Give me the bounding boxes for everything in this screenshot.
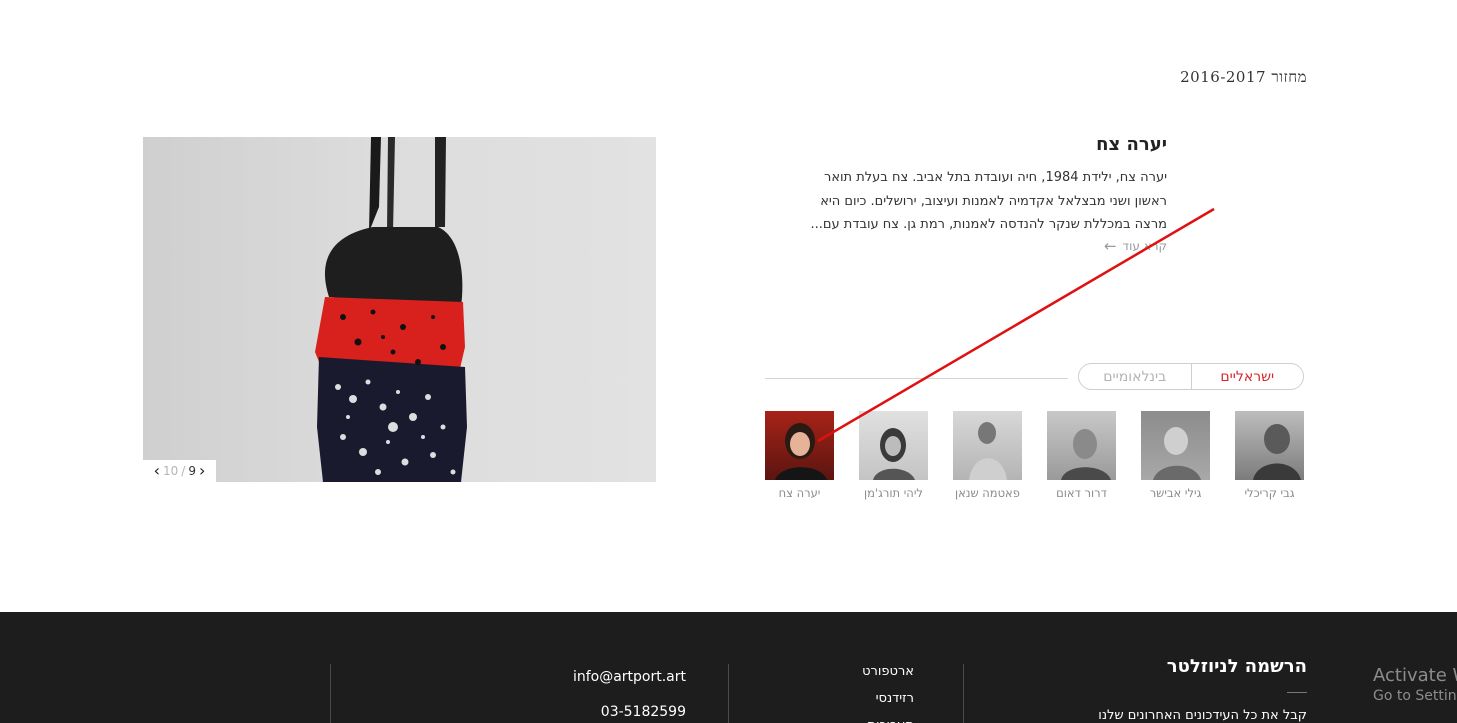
newsletter-rule (1287, 692, 1307, 693)
artwork-image[interactable] (143, 137, 656, 482)
artist-thumbnails: גבי קריכלי גילי אבישר דרור דאום פאטמה שנ… (765, 411, 1304, 503)
artist-thumb[interactable]: פאטמה שנאן (953, 411, 1022, 503)
chevron-right-icon[interactable]: › (199, 463, 205, 479)
artist-thumb[interactable]: גילי אבישר (1141, 411, 1210, 503)
artist-thumb-name: ליהי תורג'מן (864, 486, 923, 500)
artist-photo (1141, 411, 1210, 480)
tab-israeli[interactable]: ישראליים (1190, 364, 1304, 389)
footer-contact: info@artport.art 03-5182599 (540, 660, 686, 723)
footer-link-residency[interactable]: רזידנסי (862, 685, 914, 712)
contact-email[interactable]: info@artport.art (540, 660, 686, 695)
cohort-label: מחזור 2016-2017 (1180, 68, 1307, 86)
artist-thumb-name: גילי אבישר (1149, 486, 1202, 500)
read-more-link[interactable]: קרא עוד ← (1104, 237, 1167, 255)
artwork-bag-illustration (315, 137, 467, 482)
artist-origin-tabs: ישראליים בינלאומיים (1078, 363, 1304, 390)
artist-photo (859, 411, 928, 480)
chevron-left-icon[interactable]: ‹ (154, 463, 160, 479)
artist-thumb[interactable]: יערה צח (765, 411, 834, 503)
artist-thumb-name: גבי קריכלי (1244, 486, 1295, 500)
gallery-pager: ‹ 10 / 9 › (143, 460, 216, 482)
artist-thumb[interactable]: דרור דאום (1047, 411, 1116, 503)
windows-activation-watermark: Activate W Go to Setting (1373, 665, 1457, 704)
contact-phone[interactable]: 03-5182599 (540, 695, 686, 723)
gallery-total: 10 (163, 464, 179, 478)
footer-divider (963, 664, 964, 723)
artist-thumb-name: פאטמה שנאן (955, 486, 1020, 500)
footer-divider (330, 664, 331, 723)
page: מחזור 2016-2017 יערה צח יערה צח, ילידת 1… (0, 0, 1457, 723)
artist-thumb-name: יערה צח (778, 486, 821, 500)
gallery-separator: / (181, 464, 186, 478)
footer-link-exhibitions[interactable]: תערוכות (862, 712, 914, 723)
artist-photo (1047, 411, 1116, 480)
artist-bio: יערה צח, ילידת 1984, חיה ועובדת בתל אביב… (810, 170, 1167, 232)
artist-photo (1235, 411, 1304, 480)
newsletter-subtitle: קבל את כל העידכונים האחרונים שלנו (1098, 708, 1307, 723)
activate-line1: Activate W (1373, 665, 1457, 686)
tabs-divider-line (765, 378, 1068, 379)
activate-line2: Go to Setting (1373, 688, 1457, 704)
artist-thumb[interactable]: גבי קריכלי (1235, 411, 1304, 503)
artist-photo (953, 411, 1022, 480)
read-more-label: קרא עוד (1122, 239, 1167, 253)
arrow-left-icon: ← (1103, 237, 1117, 255)
footer-links: ארטפורט רזידנסי תערוכות (862, 658, 914, 723)
artist-thumb-name: דרור דאום (1056, 486, 1107, 500)
footer-divider (728, 664, 729, 723)
tab-international[interactable]: בינלאומיים (1079, 364, 1191, 389)
footer-link-artport[interactable]: ארטפורט (862, 658, 914, 685)
artist-thumb[interactable]: ליהי תורג'מן (859, 411, 928, 503)
footer: הרשמה לניוזלטר קבל את כל העידכונים האחרו… (0, 612, 1457, 723)
newsletter-title: הרשמה לניוזלטר (1166, 656, 1307, 677)
artist-name: יערה צח (1096, 134, 1167, 155)
gallery-current: 9 (188, 464, 196, 478)
artist-photo (765, 411, 834, 480)
